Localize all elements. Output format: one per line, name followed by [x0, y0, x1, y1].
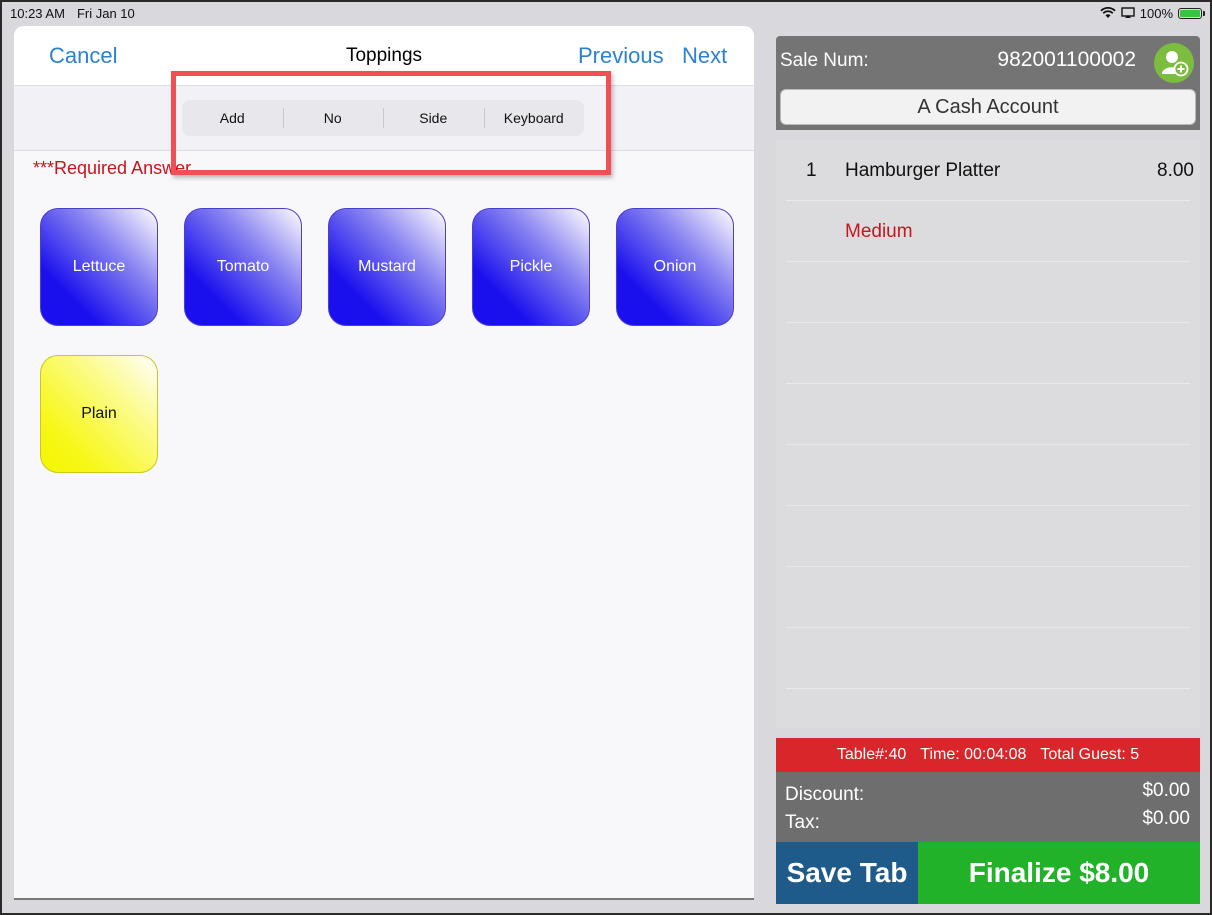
- mode-side[interactable]: Side: [383, 100, 484, 136]
- mode-keyboard[interactable]: Keyboard: [483, 100, 585, 136]
- empty-row: [786, 384, 1190, 445]
- table-number: Table#:40: [836, 746, 907, 763]
- option-mustard[interactable]: Mustard: [328, 208, 446, 326]
- status-bar: 10:23 AM Fri Jan 10 100%: [0, 0, 1212, 26]
- battery-icon: [1178, 7, 1205, 19]
- table-time: Time: 00:04:08: [920, 746, 1027, 763]
- sale-num-label: Sale Num:: [780, 50, 869, 71]
- mode-no[interactable]: No: [282, 100, 384, 136]
- order-modifier-row[interactable]: Medium: [786, 201, 1190, 262]
- option-pickle[interactable]: Pickle: [472, 208, 590, 326]
- empty-row: [786, 323, 1190, 384]
- empty-row: [786, 445, 1190, 506]
- status-time: 10:23 AM: [10, 5, 65, 21]
- tax-label: Tax:: [785, 812, 820, 833]
- battery-percent: 100%: [1139, 5, 1173, 21]
- totals-section: Discount: $0.00 Tax: $0.00: [776, 772, 1200, 842]
- order-item-row[interactable]: 1 Hamburger Platter 8.00: [786, 140, 1194, 201]
- option-onion[interactable]: Onion: [616, 208, 734, 326]
- empty-row: [786, 567, 1190, 628]
- status-icons: 100%: [1100, 5, 1205, 21]
- discount-label: Discount:: [785, 784, 865, 805]
- table-info-bar: Table#:40 Time: 00:04:08 Total Guest: 5: [776, 738, 1200, 772]
- customer-account-button[interactable]: A Cash Account: [780, 89, 1196, 125]
- modal-bottom-divider: [14, 898, 754, 900]
- screen-mirror-icon: [1121, 7, 1135, 18]
- required-answer-text: ***Required Answer: [33, 158, 192, 178]
- item-price: 8.00: [1157, 160, 1194, 181]
- mode-add[interactable]: Add: [182, 100, 283, 136]
- item-name: Hamburger Platter: [845, 160, 1001, 181]
- sale-number: 982001100002: [997, 48, 1136, 71]
- option-plain[interactable]: Plain: [40, 355, 158, 473]
- mode-toolbar: Add No Side Keyboard: [14, 86, 754, 151]
- status-date: Fri Jan 10: [76, 5, 135, 21]
- total-guests: Total Guest: 5: [1040, 746, 1140, 763]
- wifi-icon: [1100, 7, 1116, 18]
- item-quantity: 1: [806, 160, 817, 181]
- previous-button[interactable]: Previous: [578, 43, 664, 69]
- order-panel: Sale Num: 982001100002 A Cash Account 1 …: [776, 36, 1200, 904]
- empty-row: [786, 262, 1190, 323]
- option-tomato[interactable]: Tomato: [184, 208, 302, 326]
- modal-nav-bar: Cancel Toppings Previous Next: [14, 26, 754, 86]
- order-items-list: 1 Hamburger Platter 8.00 Medium: [776, 140, 1200, 728]
- finalize-button[interactable]: Finalize $8.00: [918, 842, 1200, 904]
- next-button[interactable]: Next: [682, 43, 727, 69]
- save-tab-button[interactable]: Save Tab: [776, 842, 918, 904]
- tax-value: $0.00: [1142, 808, 1190, 829]
- add-customer-button[interactable]: [1154, 43, 1194, 83]
- option-lettuce[interactable]: Lettuce: [40, 208, 158, 326]
- discount-value: $0.00: [1142, 780, 1190, 801]
- add-user-icon: [1162, 51, 1189, 77]
- toppings-modal: Cancel Toppings Previous Next Add No Sid…: [14, 26, 754, 900]
- mode-segmented-control: Add No Side Keyboard: [182, 100, 584, 136]
- empty-row: [786, 628, 1190, 689]
- sale-header: Sale Num: 982001100002 A Cash Account: [776, 36, 1200, 130]
- empty-row: [786, 506, 1190, 567]
- item-modifier: Medium: [845, 221, 913, 242]
